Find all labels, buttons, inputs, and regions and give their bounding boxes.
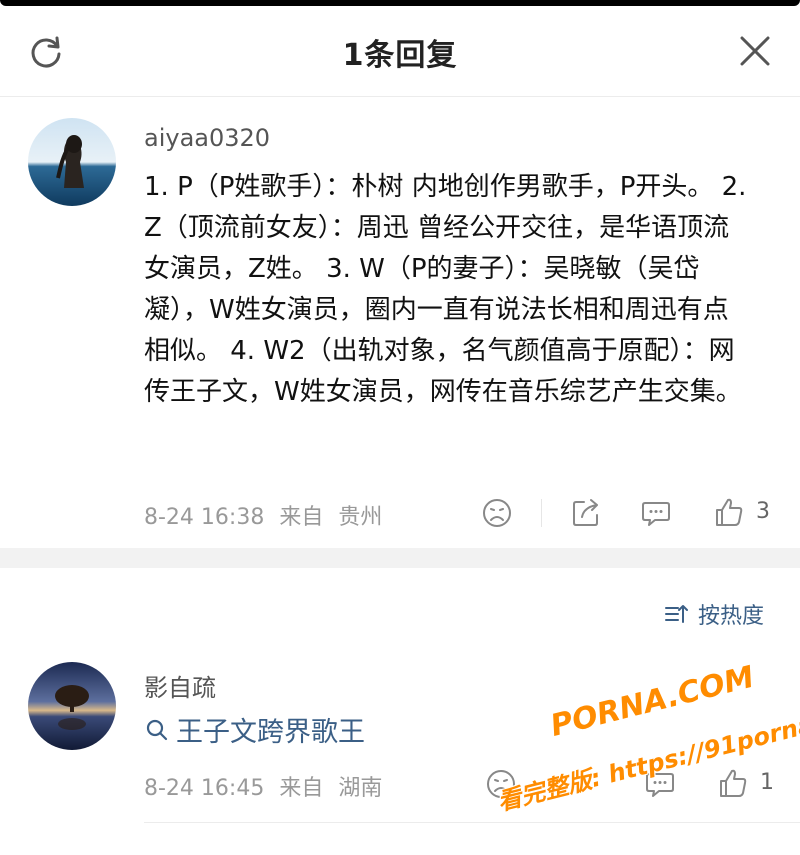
page-title: 1条回复 [342,38,458,73]
comment-meta: 8-24 16:45 来自 湖南 [144,770,390,802]
dislike-face-icon[interactable] [485,768,517,800]
comment-from-label: 来自 [279,776,324,801]
status-bar-edge [0,0,800,6]
header-bar: 1条回复 [0,0,800,97]
avatar-image [28,118,116,206]
like-icon[interactable] [713,496,745,528]
row-divider [144,822,800,823]
comment-from-label: 来自 [279,505,324,530]
comment-username[interactable]: 影自疏 [144,668,216,703]
sort-label: 按热度 [698,604,765,629]
action-divider [541,499,542,527]
avatar-image [28,662,116,750]
sort-by-hot-button[interactable]: 按热度 [664,598,764,630]
comment-meta: 8-24 16:38 来自 贵州 [144,499,390,531]
watermark: PORNA.COM 看完整版: https://91porna81.com [470,610,800,845]
comment-icon[interactable] [644,768,676,800]
sort-icon [665,605,688,623]
comment-date: 8-24 16:45 [144,776,265,801]
comment-location: 贵州 [338,505,383,530]
avatar[interactable] [28,662,116,750]
comment-location: 湖南 [338,776,383,801]
watermark-logo-text: PORNA.COM [547,659,758,744]
topic-search-text: 王子文跨界歌王 [176,717,365,748]
dislike-face-icon[interactable] [481,497,513,529]
comment-icon[interactable] [640,497,672,529]
like-count: 3 [756,499,770,524]
like-count: 1 [760,770,774,795]
share-icon[interactable] [570,497,602,529]
section-divider [0,548,800,568]
comment-date: 8-24 16:38 [144,505,265,530]
avatar[interactable] [28,118,116,206]
search-icon [146,719,168,740]
comment-username[interactable]: aiyaa0320 [144,124,270,152]
topic-search-link[interactable]: 王子文跨界歌王 [144,710,365,749]
comment-text: 1. P（P姓歌手）：朴树 内地创作男歌手，P开头。 2. Z（顶流前女友）：周… [144,172,747,407]
close-icon[interactable] [738,34,772,68]
like-icon[interactable] [717,767,749,799]
